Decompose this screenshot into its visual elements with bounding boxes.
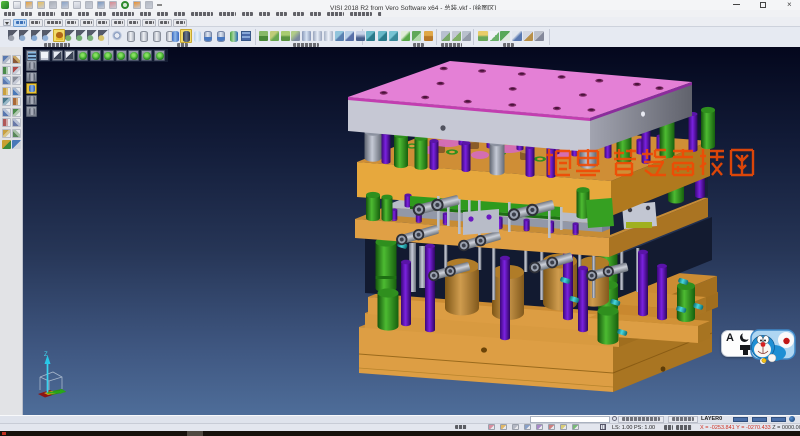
svg-text:Z: Z <box>44 352 48 358</box>
